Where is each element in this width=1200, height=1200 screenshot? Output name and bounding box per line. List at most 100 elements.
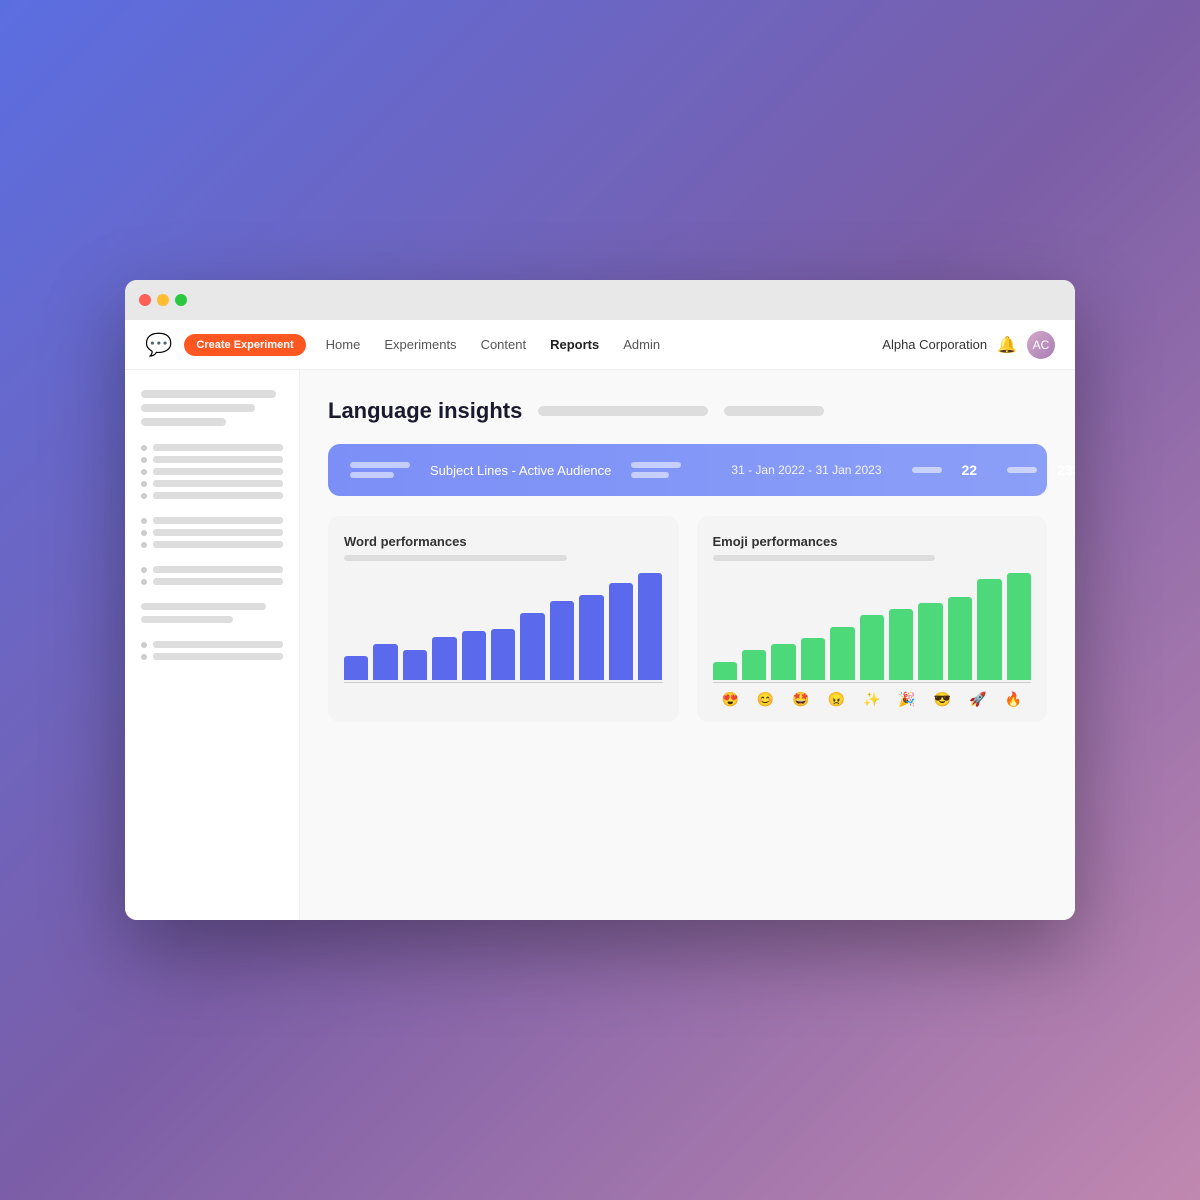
sidebar-item[interactable] [141,492,283,499]
info-count1: 22 [962,462,978,478]
bar [373,644,397,680]
charts-row: Word performances Emoji performances 😍 😊 🤩… [328,516,1047,722]
sidebar-item[interactable] [141,641,283,648]
content-area: Language insights Subject Lines - Active… [300,370,1075,920]
sidebar-item[interactable] [141,444,283,451]
bar [742,650,766,680]
info-date-lines [631,462,681,478]
sidebar-group-2 [141,444,283,499]
bar [889,609,913,680]
word-performance-card: Word performances [328,516,679,722]
emoji-row: 😍 😊 🤩 😠 ✨ 🎉 😎 🚀 🔥 [713,691,1032,708]
maximize-button[interactable] [175,294,187,306]
emoji-label: ✨ [863,691,880,708]
header-action-placeholder [724,406,824,416]
bar [403,650,427,680]
create-experiment-button[interactable]: Create Experiment [184,334,305,356]
nav-admin[interactable]: Admin [623,337,660,352]
bar [432,637,456,680]
sidebar-item[interactable] [141,653,283,660]
sidebar-group-6 [141,641,283,660]
chart-subtitle [713,555,936,561]
sidebar-item[interactable] [141,517,283,524]
info-line [631,462,681,468]
avatar[interactable]: AC [1027,331,1055,359]
close-button[interactable] [139,294,151,306]
bar [579,595,603,680]
page-header: Language insights [328,398,1047,424]
info-date: 31 - Jan 2022 - 31 Jan 2023 [731,463,881,477]
header-filter-placeholder [538,406,708,416]
sidebar-line [141,616,233,623]
bar [550,601,574,680]
bar [918,603,942,680]
company-name: Alpha Corporation [882,337,987,352]
info-card-lines [350,462,410,478]
bar [491,629,515,680]
app-logo: 💬 [145,332,172,358]
bar [609,583,633,680]
nav-experiments[interactable]: Experiments [384,337,456,352]
emoji-label: 😎 [934,691,951,708]
minimize-button[interactable] [157,294,169,306]
info-card: Subject Lines - Active Audience 31 - Jan… [328,444,1047,496]
bell-icon[interactable]: 🔔 [997,335,1017,355]
bar [344,656,368,680]
bar [638,573,662,680]
nav-reports[interactable]: Reports [550,337,599,352]
nav-right: Alpha Corporation 🔔 AC [882,331,1055,359]
info-num-lines [912,467,942,473]
bar [830,627,854,681]
sidebar-group-5 [141,603,283,623]
emoji-label: 😍 [721,691,738,708]
sidebar-item[interactable] [141,541,283,548]
bar [1007,573,1031,680]
sidebar-line [141,603,266,610]
bar [801,638,825,680]
sidebar-group-3 [141,517,283,548]
sidebar [125,370,300,920]
avatar-initials: AC [1033,338,1050,352]
emoji-label: 😠 [828,691,845,708]
emoji-label: 🎉 [898,691,915,708]
emoji-chart-area [713,573,1032,683]
browser-window: 💬 Create Experiment Home Experiments Con… [125,280,1075,920]
nav-bar: 💬 Create Experiment Home Experiments Con… [125,320,1075,370]
nav-content[interactable]: Content [481,337,527,352]
sidebar-item[interactable] [141,468,283,475]
info-line [350,472,394,478]
sidebar-group-4 [141,566,283,585]
page-title: Language insights [328,398,522,424]
bar [977,579,1001,680]
emoji-label: 🤩 [792,691,809,708]
traffic-lights [139,294,187,306]
nav-home[interactable]: Home [326,337,361,352]
emoji-label: 😊 [757,691,774,708]
bar [462,631,486,680]
info-line [1007,467,1037,473]
emoji-chart-title: Emoji performances [713,534,1032,549]
bar [860,615,884,680]
sidebar-item[interactable] [141,480,283,487]
emoji-label: 🔥 [1004,691,1021,708]
sidebar-line [141,390,276,398]
info-line [350,462,410,468]
info-line [631,472,669,478]
chart-subtitle [344,555,567,561]
emoji-label: 🚀 [969,691,986,708]
bar [771,644,795,680]
bar [520,613,544,680]
bar [948,597,972,680]
info-line [912,467,942,473]
info-label: Subject Lines - Active Audience [430,463,611,478]
sidebar-item[interactable] [141,456,283,463]
sidebar-group-1 [141,390,283,426]
emoji-performance-card: Emoji performances 😍 😊 🤩 😠 ✨ 🎉 😎 🚀 🔥 [697,516,1048,722]
sidebar-item[interactable] [141,529,283,536]
sidebar-item[interactable] [141,578,283,585]
sidebar-item[interactable] [141,566,283,573]
info-num-lines2 [1007,467,1037,473]
main-layout: Language insights Subject Lines - Active… [125,370,1075,920]
word-chart-area [344,573,663,683]
info-card-content: Subject Lines - Active Audience 31 - Jan… [350,462,1025,478]
